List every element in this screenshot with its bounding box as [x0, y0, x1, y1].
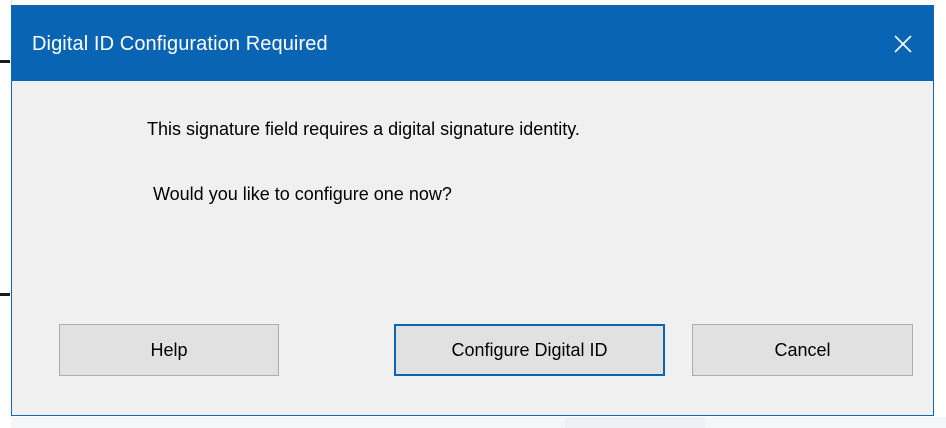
dialog-titlebar[interactable]: Digital ID Configuration Required: [12, 6, 933, 81]
help-button[interactable]: Help: [59, 324, 279, 376]
dialog-message-line-1: This signature field requires a digital …: [147, 119, 580, 139]
background-bottom-patch: [565, 417, 705, 428]
background-tick-mark: [0, 293, 10, 296]
close-button[interactable]: [873, 6, 933, 81]
background-tick-mark: [0, 60, 10, 63]
configure-digital-id-button[interactable]: Configure Digital ID: [394, 324, 665, 376]
close-icon: [894, 34, 912, 53]
digital-id-dialog: Digital ID Configuration Required This s…: [11, 5, 934, 416]
background-bottom-strip: [11, 417, 946, 428]
dialog-title: Digital ID Configuration Required: [32, 33, 328, 55]
dialog-message-line-2: Would you like to configure one now?: [153, 184, 452, 204]
cancel-button[interactable]: Cancel: [692, 324, 913, 376]
